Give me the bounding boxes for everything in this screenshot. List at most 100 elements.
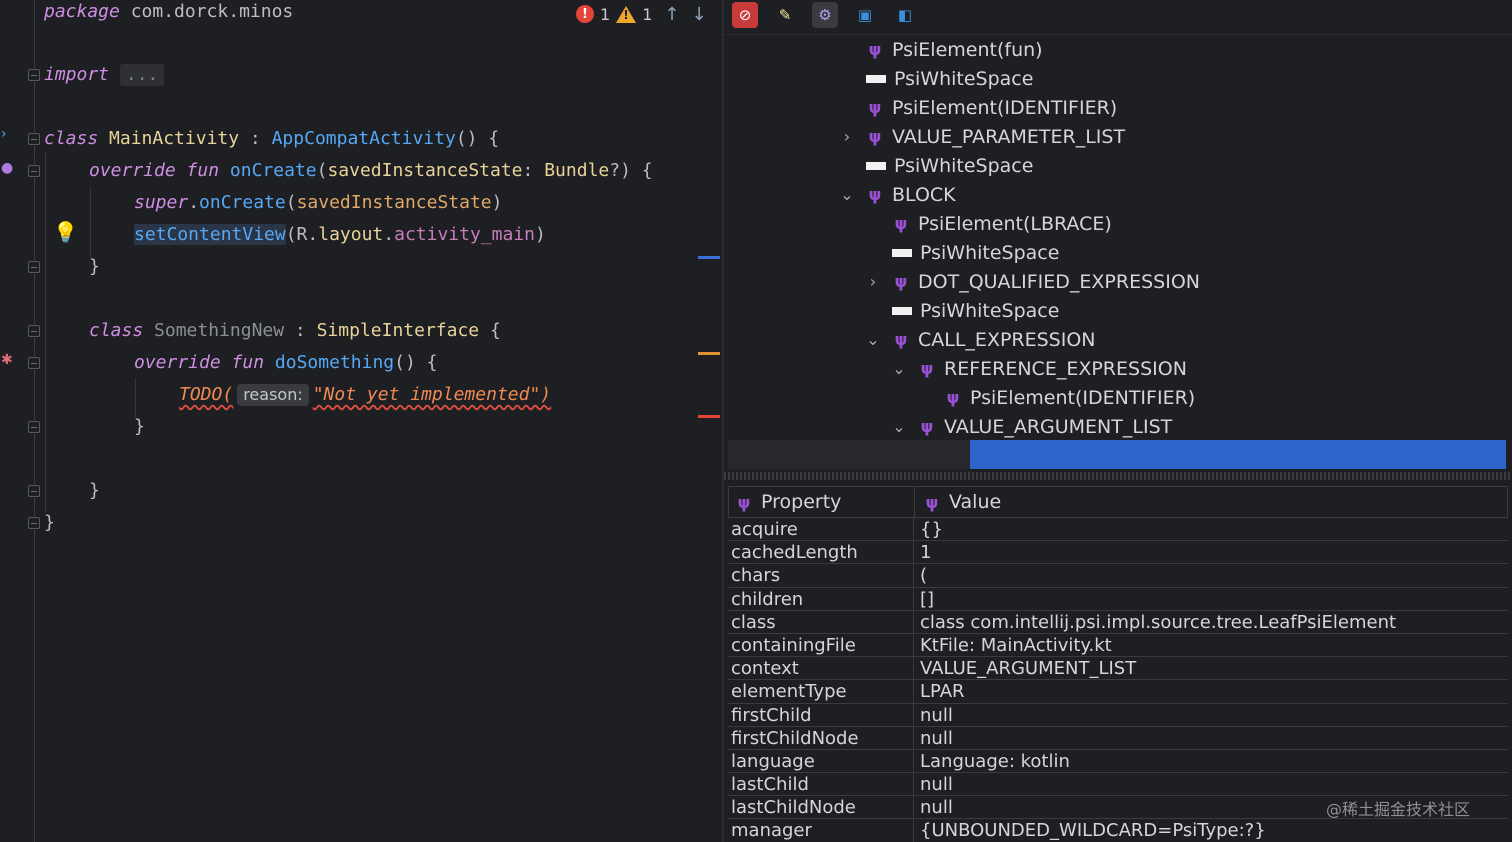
tree-node[interactable]: ⌄ ψ REFERENCE_EXPRESSION (892, 354, 1187, 383)
property-row[interactable]: acquire {} (728, 518, 1508, 542)
scrollbar-marker[interactable] (698, 256, 720, 259)
value-header-label: Value (949, 491, 1002, 513)
properties-header: ψ Property ψ Value (728, 486, 1508, 518)
fold-end-icon[interactable] (28, 485, 40, 497)
property-row[interactable]: firstChild null (728, 703, 1508, 727)
splitter-handle[interactable] (724, 472, 1512, 480)
code-text: : (522, 160, 545, 181)
tree-node[interactable]: PsiWhiteSpace (864, 64, 1033, 93)
fold-end-icon[interactable] (28, 517, 40, 529)
lightbulb-icon[interactable]: 💡 (53, 220, 78, 244)
parameter-name: savedInstanceState (327, 160, 523, 181)
chevron-down-icon[interactable]: ⌄ (840, 185, 854, 204)
scrollbar-marker[interactable] (698, 352, 720, 355)
code-text: ( (316, 160, 328, 181)
gear-icon[interactable]: ⚙ (812, 2, 838, 28)
psi-icon: ψ (868, 98, 882, 117)
property-column-header[interactable]: ψ Property (729, 487, 915, 517)
tree-node[interactable]: › ψ DOT_QUALIFIED_EXPRESSION (866, 267, 1200, 296)
code-line-brace: } (44, 512, 55, 533)
next-highlight-icon[interactable]: ↓ (691, 4, 706, 25)
scrollbar-marker[interactable] (698, 415, 720, 418)
tree-node[interactable]: PsiWhiteSpace (890, 296, 1059, 325)
property-value: ( (920, 565, 928, 587)
code-text: : (284, 320, 317, 341)
highlight-icon[interactable]: ✎ (772, 2, 798, 28)
tree-node[interactable]: ψ PsiElement(fun) (864, 35, 1043, 64)
code-line-super-call: super.onCreate(savedInstanceState) (134, 189, 503, 217)
keyword: class (44, 128, 99, 149)
tree-node[interactable]: ⌄ ψ VALUE_ARGUMENT_LIST (892, 412, 1172, 441)
fold-import-icon[interactable] (28, 69, 40, 81)
whitespace-icon (892, 306, 912, 315)
code-line-oncreate: override fun onCreate(savedInstanceState… (89, 157, 653, 185)
property-row[interactable]: context VALUE_ARGUMENT_LIST (728, 657, 1508, 681)
fold-end-icon[interactable] (28, 421, 40, 433)
code-line-brace: } (89, 480, 100, 501)
property-header-label: Property (761, 491, 842, 513)
indent-guide (135, 378, 136, 418)
chevron-down-icon[interactable]: ⌄ (892, 359, 906, 378)
run-class-icon[interactable]: › (1, 126, 7, 142)
psi-viewer-icon[interactable]: ⊘ (732, 2, 758, 28)
tree-node[interactable]: ψ PsiElement(LBRACE) (890, 209, 1112, 238)
psi-icon: ψ (868, 40, 882, 59)
scroll-from-source-icon[interactable]: ◧ (892, 2, 918, 28)
property-value: class com.intellij.psi.impl.source.tree.… (920, 611, 1397, 633)
tree-node[interactable]: ⌄ ψ CALL_EXPRESSION (866, 325, 1095, 354)
property-row[interactable]: cachedLength 1 (728, 541, 1508, 565)
property-row[interactable]: lastChild null (728, 773, 1508, 797)
property-row[interactable]: elementType LPAR (728, 680, 1508, 704)
override-marker-icon[interactable]: ● (1, 160, 13, 176)
collapsed-imports[interactable]: ... (119, 64, 165, 86)
property-name: firstChild (728, 703, 914, 726)
code-line-brace: } (134, 416, 145, 437)
property-row[interactable]: class class com.intellij.psi.impl.source.… (728, 610, 1508, 634)
tree-node[interactable]: PsiWhiteSpace (890, 238, 1059, 267)
chevron-down-icon[interactable]: ⌄ (866, 330, 880, 349)
property-row[interactable]: language Language: kotlin (728, 749, 1508, 774)
code-text: () { (394, 352, 438, 373)
scroll-to-source-icon[interactable]: ▣ (852, 2, 878, 28)
property-row[interactable]: firstChildNode null (728, 726, 1508, 750)
property-name: firstChildNode (728, 726, 914, 749)
tree-node[interactable]: PsiWhiteSpace (864, 151, 1033, 180)
psi-icon: ψ (920, 417, 934, 436)
tree-node[interactable]: ψ PsiElement(IDENTIFIER) (864, 93, 1118, 122)
chevron-right-icon[interactable]: › (840, 127, 854, 146)
code-line-dosomething: override fun doSomething() { (134, 349, 437, 377)
tree-node[interactable]: ψ PsiElement(IDENTIFIER) (942, 383, 1196, 412)
chevron-right-icon[interactable]: › (866, 272, 880, 291)
fold-end-icon[interactable] (28, 261, 40, 273)
property-row[interactable]: containingFile KtFile: MainActivity.kt (728, 633, 1508, 658)
property-name: class (728, 610, 914, 633)
code-editor[interactable]: ! 1 1 ↑ ↓ › ● ✱ 💡 package com.dorck.mino… (0, 0, 720, 842)
previous-highlight-icon[interactable]: ↑ (664, 4, 679, 25)
fold-class-icon[interactable] (28, 133, 40, 145)
code-text: . (383, 224, 395, 245)
property-value: VALUE_ARGUMENT_LIST (920, 658, 1137, 680)
function-name: setContentView (134, 224, 286, 245)
property-name: acquire (728, 518, 914, 541)
psi-icon: ψ (946, 388, 960, 407)
value-column-header[interactable]: ψ Value (915, 487, 1507, 517)
code-text: ( (285, 192, 297, 213)
property-row[interactable]: children [] (728, 587, 1508, 611)
keyword: import (44, 64, 110, 85)
property-row[interactable]: manager {UNBOUNDED_WILDCARD=PsiType:?} (728, 819, 1508, 842)
implement-marker-icon[interactable]: ✱ (1, 352, 13, 368)
property-row[interactable]: chars ( (728, 564, 1508, 588)
chevron-down-icon[interactable]: ⌄ (892, 417, 906, 436)
argument: savedInstanceState (296, 192, 492, 213)
fold-class-icon[interactable] (28, 325, 40, 337)
psi-icon: ψ (925, 492, 939, 512)
keyword: override (89, 160, 176, 181)
tree-node-label: BLOCK (892, 183, 956, 206)
inspection-status[interactable]: ! 1 1 ↑ ↓ (576, 2, 707, 26)
tree-node[interactable]: › ψ VALUE_PARAMETER_LIST (840, 122, 1125, 151)
class-name: SomethingNew (154, 320, 285, 341)
tree-node[interactable]: ⌄ ψ BLOCK (840, 180, 956, 209)
fold-function-icon[interactable] (28, 357, 40, 369)
fold-function-icon[interactable] (28, 165, 40, 177)
psi-tree[interactable]: ψ PsiElement(fun) PsiWhiteSpace ψ PsiElement… (724, 34, 1512, 470)
